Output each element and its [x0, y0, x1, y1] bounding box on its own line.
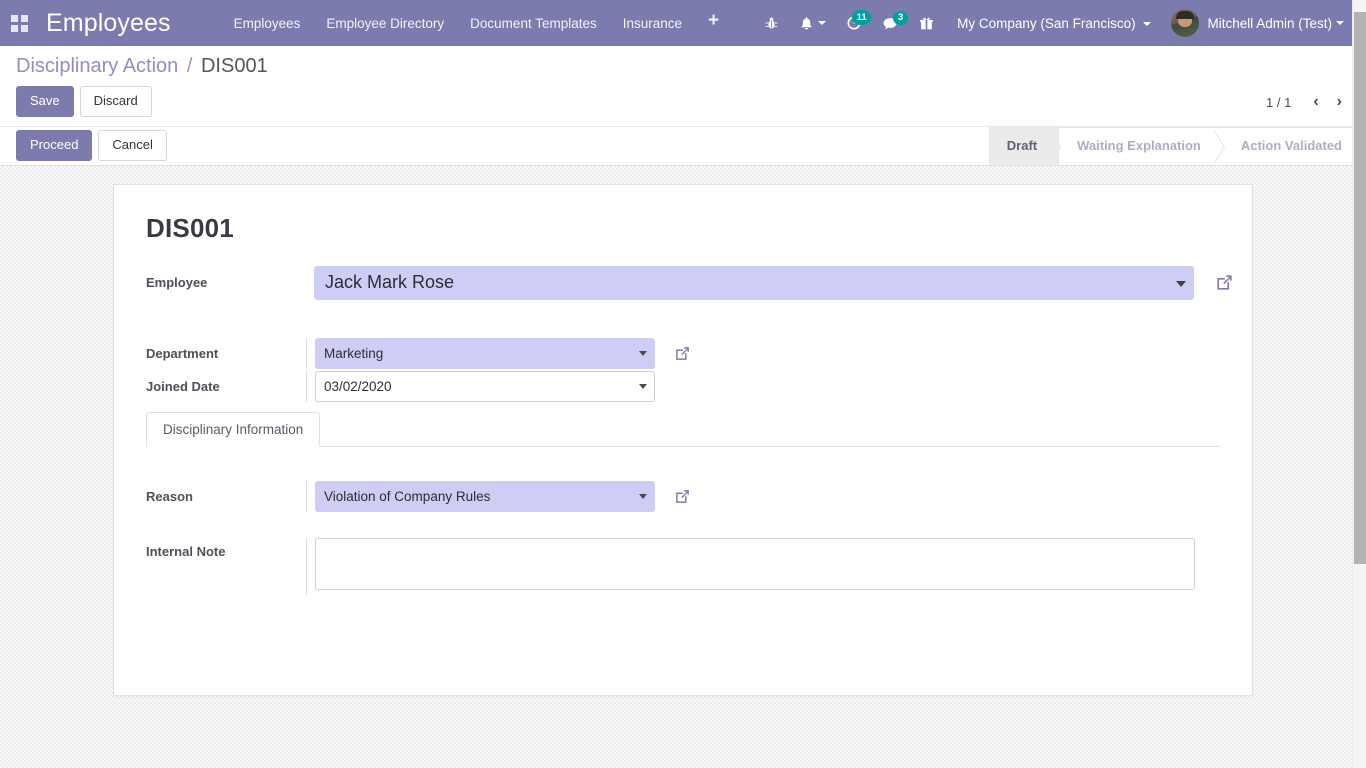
- gift-icon[interactable]: [910, 12, 943, 35]
- messages-count-badge: 3: [893, 10, 909, 25]
- status-stage-bar: Draft Waiting Explanation Action Validat…: [988, 126, 1366, 165]
- pager-next-button[interactable]: ›: [1329, 92, 1350, 112]
- activity-count-badge: 11: [852, 10, 872, 25]
- reason-label: Reason: [146, 488, 193, 504]
- messages-icon[interactable]: 3: [873, 10, 909, 35]
- company-switcher[interactable]: My Company (San Francisco): [945, 12, 1159, 35]
- company-chevron-down-icon: [1143, 21, 1152, 26]
- stage-waiting-explanation-label: Waiting Explanation: [1077, 138, 1201, 154]
- reason-value: Violation of Company Rules: [324, 488, 491, 504]
- breadcrumb-parent-link[interactable]: Disciplinary Action: [16, 55, 178, 77]
- apps-menu-button[interactable]: [0, 0, 38, 46]
- menu-item-insurance[interactable]: Insurance: [610, 10, 695, 37]
- cancel-button[interactable]: Cancel: [98, 130, 167, 162]
- breadcrumb-current: DIS001: [200, 55, 268, 77]
- form-sheet: DIS001 Employee Jack Mark Rose Departmen…: [113, 183, 1253, 696]
- stage-action-validated-label: Action Validated: [1240, 138, 1342, 154]
- department-label: Department: [146, 345, 219, 361]
- employee-value: Jack Mark Rose: [325, 272, 455, 293]
- breadcrumb: Disciplinary Action / DIS001: [16, 56, 268, 80]
- field-divider: [306, 480, 307, 512]
- company-name-label: My Company (San Francisco): [957, 15, 1136, 31]
- discard-button[interactable]: Discard: [79, 86, 152, 117]
- menu-item-add-icon[interactable]: +: [695, 8, 732, 38]
- statusbar-row: Proceed Cancel Draft Waiting Explanation…: [0, 126, 1366, 166]
- pager-value: 1 / 1: [1266, 94, 1292, 110]
- joined-date-value: 03/02/2020: [324, 378, 392, 394]
- control-panel: Disciplinary Action / DIS001 Save Discar…: [0, 46, 1366, 127]
- workflow-buttons: Proceed Cancel: [0, 127, 183, 165]
- field-divider: [306, 370, 307, 402]
- field-row-joined-date: Joined Date 03/02/2020: [146, 370, 1220, 402]
- record-actions: Save Discard 1 / 1 ‹ ›: [0, 80, 1366, 126]
- stage-action-validated[interactable]: Action Validated: [1222, 126, 1356, 165]
- internal-note-textarea[interactable]: [315, 537, 1195, 590]
- reason-input[interactable]: Violation of Company Rules: [315, 480, 655, 512]
- user-menu[interactable]: Mitchell Admin (Test): [1161, 7, 1350, 39]
- main-menu: Employees Employee Directory Document Te…: [221, 8, 733, 38]
- internal-note-label: Internal Note: [146, 543, 226, 559]
- notebook-page-disciplinary-information: Reason Violation of Company Rules Intern…: [146, 447, 1220, 596]
- breadcrumb-separator: /: [186, 55, 193, 77]
- stage-waiting-explanation[interactable]: Waiting Explanation: [1059, 126, 1225, 165]
- scrollbar-thumb[interactable]: [1354, 12, 1366, 564]
- reason-dropdown-caret-icon: [639, 494, 647, 500]
- top-navbar: Employees Employees Employee Directory D…: [0, 0, 1366, 46]
- pager: 1 / 1 ‹ ›: [1266, 90, 1350, 112]
- menu-item-employee-directory[interactable]: Employee Directory: [313, 10, 457, 37]
- department-input[interactable]: Marketing: [315, 337, 655, 369]
- employee-label: Employee: [146, 275, 208, 291]
- user-name-label: Mitchell Admin (Test): [1207, 15, 1332, 31]
- employee-internal-link-icon[interactable]: [1215, 273, 1234, 292]
- vertical-scrollbar[interactable]: [1352, 0, 1366, 768]
- tab-disciplinary-information[interactable]: Disciplinary Information: [146, 411, 321, 447]
- notebook: Disciplinary Information Reason Violatio…: [146, 411, 1220, 596]
- joined-date-input[interactable]: 03/02/2020: [315, 370, 655, 402]
- field-row-reason: Reason Violation of Company Rules: [146, 480, 1220, 512]
- department-value: Marketing: [324, 345, 384, 361]
- record-title: DIS001: [146, 212, 234, 243]
- apps-grid-icon: [10, 14, 28, 32]
- bell-icon[interactable]: [790, 12, 835, 35]
- menu-item-document-templates[interactable]: Document Templates: [457, 10, 610, 37]
- field-divider: [306, 537, 307, 596]
- stage-draft-label: Draft: [1006, 138, 1038, 154]
- bell-chevron-down-icon: [818, 21, 827, 25]
- field-row-internal-note: Internal Note: [146, 537, 1220, 596]
- joined-date-label: Joined Date: [146, 378, 220, 394]
- avatar: [1171, 9, 1200, 37]
- field-row-employee: Employee Jack Mark Rose: [146, 265, 1232, 300]
- department-dropdown-caret-icon: [639, 351, 647, 357]
- joined-date-dropdown-caret-icon: [639, 384, 647, 390]
- save-button[interactable]: Save: [16, 86, 74, 117]
- user-chevron-down-icon: [1336, 21, 1344, 25]
- employee-dropdown-caret-icon: [1176, 280, 1186, 287]
- notebook-tabs: Disciplinary Information: [146, 411, 1220, 447]
- bug-icon[interactable]: [755, 12, 788, 35]
- breadcrumb-row: Disciplinary Action / DIS001: [0, 46, 1366, 80]
- proceed-button[interactable]: Proceed: [16, 130, 93, 162]
- menu-item-employees[interactable]: Employees: [221, 10, 314, 37]
- pager-previous-button[interactable]: ‹: [1305, 92, 1326, 112]
- navbar-systray: 11 3 My Company (San Francisco) Mitchell…: [755, 7, 1356, 39]
- form-view-background: DIS001 Employee Jack Mark Rose Departmen…: [0, 166, 1366, 768]
- department-internal-link-icon[interactable]: [674, 345, 691, 362]
- reason-internal-link-icon[interactable]: [674, 488, 691, 505]
- app-brand-title[interactable]: Employees: [38, 9, 183, 38]
- field-row-department: Department Marketing: [146, 337, 1220, 369]
- activity-clock-icon[interactable]: 11: [837, 10, 872, 35]
- field-divider: [306, 337, 307, 369]
- stage-draft[interactable]: Draft: [988, 126, 1062, 165]
- employee-input[interactable]: Jack Mark Rose: [314, 265, 1194, 300]
